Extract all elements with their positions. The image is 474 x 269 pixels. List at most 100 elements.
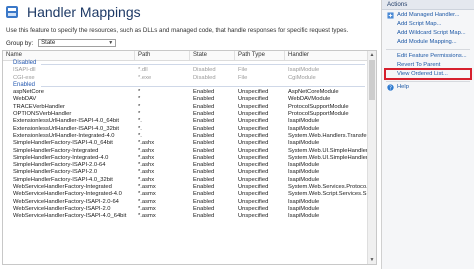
table-cell: aspNetCore bbox=[13, 89, 44, 96]
table-cell: Unspecified bbox=[238, 162, 269, 169]
table-row[interactable]: ExtensionlessUrlHandler-ISAPI-4.0_64bit *… bbox=[3, 118, 369, 125]
table-cell: IsapiModule bbox=[288, 213, 320, 220]
table-cell: CgiModule bbox=[288, 74, 316, 81]
table-cell: IsapiModule bbox=[288, 169, 320, 176]
table-cell: WebServiceHandlerFactory-ISAPI-2.0 bbox=[13, 205, 111, 212]
table-cell: SimpleHandlerFactory-ISAPI-2.0-64 bbox=[13, 162, 106, 169]
group-header-enabled[interactable]: Enabled bbox=[3, 82, 369, 89]
table-cell: ExtensionlessUrlHandler-Integrated-4.0 bbox=[13, 132, 115, 139]
table-cell: Enabled bbox=[193, 198, 215, 205]
table-cell: System.Web.Handlers.Transfe... bbox=[288, 132, 368, 139]
column-header-state[interactable]: State bbox=[190, 51, 235, 60]
table-cell: Unspecified bbox=[238, 132, 269, 139]
add-wildcard-script-map-link[interactable]: Add Wildcard Script Map... bbox=[386, 29, 474, 37]
table-cell: Enabled bbox=[193, 96, 215, 103]
table-row[interactable]: SimpleHandlerFactory-ISAPI-4.0_64bit *.as… bbox=[3, 140, 369, 147]
add-module-mapping-link[interactable]: Add Module Mapping... bbox=[386, 38, 474, 46]
actions-divider bbox=[386, 81, 470, 82]
group-divider bbox=[41, 85, 365, 87]
table-row[interactable]: SimpleHandlerFactory-Integrated-4.0 *.ash… bbox=[3, 155, 369, 162]
table-cell: *.asmx bbox=[138, 213, 156, 220]
table-cell: Unspecified bbox=[238, 205, 269, 212]
add-script-map-link[interactable]: Add Script Map... bbox=[386, 20, 474, 28]
table-row[interactable]: OPTIONSVerbHandler * Enabled Unspecified Pro… bbox=[3, 111, 369, 118]
table-row[interactable]: SimpleHandlerFactory-ISAPI-2.0-64 *.ashx E… bbox=[3, 162, 369, 169]
table-cell: Enabled bbox=[193, 118, 215, 125]
group-label: Disabled bbox=[13, 60, 37, 66]
table-row[interactable]: TRACEVerbHandler * Enabled Unspecified Proto… bbox=[3, 104, 369, 111]
table-row[interactable]: ISAPI-dll *.dll Disabled File IsapiModule bbox=[3, 67, 369, 74]
table-row[interactable]: ExtensionlessUrlHandler-ISAPI-4.0_32bit *… bbox=[3, 126, 369, 133]
table-cell: TRACEVerbHandler bbox=[13, 103, 65, 110]
table-row[interactable]: SimpleHandlerFactory-Integrated *.ashx Ena… bbox=[3, 148, 369, 155]
group-by-value: State bbox=[41, 40, 56, 46]
table-row[interactable]: WebServiceHandlerFactory-Integrated-4.0 *… bbox=[3, 191, 369, 198]
table-cell: Unspecified bbox=[238, 125, 269, 132]
column-header-path[interactable]: Path bbox=[135, 51, 190, 60]
group-by-control: Group by: State ▼ bbox=[6, 39, 117, 47]
table-row[interactable]: WebServiceHandlerFactory-ISAPI-2.0 *.asmx… bbox=[3, 206, 369, 213]
scroll-thumb[interactable] bbox=[369, 60, 375, 100]
table-cell: Enabled bbox=[193, 191, 215, 198]
table-row[interactable]: CGI-exe *.exe Disabled File CgiModule bbox=[3, 75, 369, 82]
table-cell: *.ashx bbox=[138, 176, 155, 183]
table-cell: Unspecified bbox=[238, 213, 269, 220]
group-header-disabled[interactable]: Disabled bbox=[3, 60, 369, 67]
table-row[interactable]: WebServiceHandlerFactory-ISAPI-2.0-64 *.a… bbox=[3, 199, 369, 206]
table-cell: IsapiModule bbox=[288, 118, 320, 125]
table-cell: WebDAVModule bbox=[288, 96, 331, 103]
table-row[interactable]: WebServiceHandlerFactory-Integrated *.asm… bbox=[3, 184, 369, 191]
handler-table: Name Path State Path Type Handler Disabl… bbox=[2, 50, 377, 265]
actions-divider bbox=[386, 49, 470, 50]
table-cell: *. bbox=[138, 125, 142, 132]
column-header-name[interactable]: Name bbox=[3, 51, 135, 60]
table-cell: *.ashx bbox=[138, 140, 155, 147]
group-by-select[interactable]: State ▼ bbox=[38, 39, 117, 47]
table-cell: *.asmx bbox=[138, 198, 156, 205]
table-cell: Disabled bbox=[193, 74, 216, 81]
table-cell: Enabled bbox=[193, 132, 215, 139]
column-header-handler[interactable]: Handler bbox=[285, 51, 369, 60]
table-cell: IsapiModule bbox=[288, 198, 320, 205]
table-cell: *.asmx bbox=[138, 205, 156, 212]
table-cell: SimpleHandlerFactory-ISAPI-4.0_64bit bbox=[13, 140, 113, 147]
table-row[interactable]: aspNetCore * Enabled Unspecified AspNetCoreM… bbox=[3, 89, 369, 96]
table-row[interactable]: SimpleHandlerFactory-ISAPI-2.0 *.ashx Enab… bbox=[3, 169, 369, 176]
table-row[interactable]: SimpleHandlerFactory-ISAPI-4.0_32bit *.as… bbox=[3, 177, 369, 184]
add-icon bbox=[386, 11, 394, 19]
table-row[interactable]: WebDAV * Enabled Unspecified WebDAVModule bbox=[3, 96, 369, 103]
table-cell: IsapiModule bbox=[288, 140, 320, 147]
vertical-scrollbar[interactable]: ▲ ▼ bbox=[367, 51, 376, 264]
table-cell: * bbox=[138, 103, 141, 110]
column-header-path-type[interactable]: Path Type bbox=[235, 51, 285, 60]
table-cell: Unspecified bbox=[238, 184, 269, 191]
scroll-down-icon[interactable]: ▼ bbox=[368, 256, 376, 264]
table-cell: SimpleHandlerFactory-Integrated-4.0 bbox=[13, 154, 109, 161]
table-cell: Unspecified bbox=[238, 103, 269, 110]
table-cell: IsapiModule bbox=[288, 67, 320, 74]
table-cell: ExtensionlessUrlHandler-ISAPI-4.0_64bit bbox=[13, 118, 120, 125]
table-cell: File bbox=[238, 74, 248, 81]
scroll-up-icon[interactable]: ▲ bbox=[368, 51, 376, 59]
table-cell: *.ashx bbox=[138, 169, 155, 176]
table-cell: Unspecified bbox=[238, 198, 269, 205]
table-cell: Unspecified bbox=[238, 118, 269, 125]
edit-feature-permissions-link[interactable]: Edit Feature Permissions... bbox=[386, 52, 474, 60]
page-title: Handler Mappings bbox=[27, 4, 141, 20]
table-cell: WebServiceHandlerFactory-ISAPI-4.0_64bit bbox=[13, 213, 127, 220]
action-label: Add Module Mapping... bbox=[397, 39, 457, 45]
table-cell: * bbox=[138, 89, 141, 96]
table-cell: Disabled bbox=[193, 67, 216, 74]
table-cell: IsapiModule bbox=[288, 162, 320, 169]
table-row[interactable]: ExtensionlessUrlHandler-Integrated-4.0 *.… bbox=[3, 133, 369, 140]
table-cell: OPTIONSVerbHandler bbox=[13, 111, 72, 118]
help-icon: ? bbox=[386, 83, 394, 91]
table-cell: Enabled bbox=[193, 89, 215, 96]
add-managed-handler-link[interactable]: Add Managed Handler... bbox=[386, 11, 474, 19]
table-cell: System.Web.Script.Services.S... bbox=[288, 191, 368, 198]
group-label: Enabled bbox=[13, 81, 36, 88]
table-cell: SimpleHandlerFactory-ISAPI-2.0 bbox=[13, 169, 98, 176]
help-link[interactable]: ? Help bbox=[386, 83, 474, 91]
table-cell: Unspecified bbox=[238, 96, 269, 103]
table-row[interactable]: WebServiceHandlerFactory-ISAPI-4.0_64bit… bbox=[3, 213, 369, 220]
